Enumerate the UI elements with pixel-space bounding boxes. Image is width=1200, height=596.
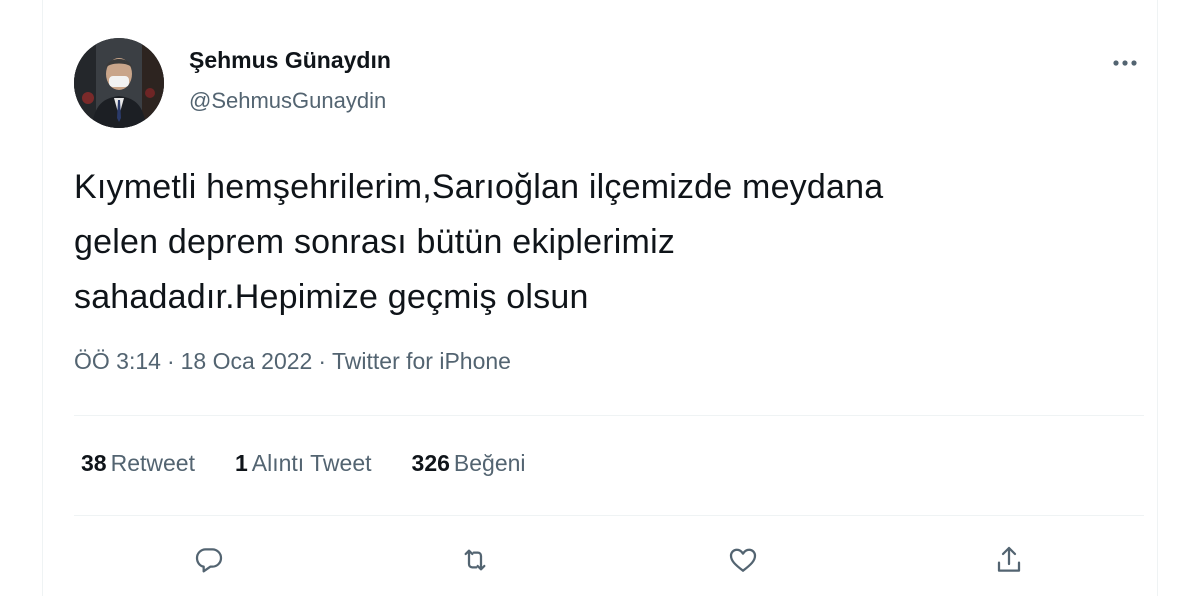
- tweet-date[interactable]: 18 Oca 2022: [181, 348, 313, 374]
- retweet-count-link[interactable]: 38 Retweet: [81, 450, 195, 477]
- quote-label: Alıntı Tweet: [251, 450, 372, 476]
- author-name[interactable]: Şehmus Günaydın: [189, 47, 391, 74]
- tweet-stats: 38 Retweet 1 Alıntı Tweet 326 Beğeni: [81, 450, 526, 477]
- meta-separator: ·: [318, 348, 326, 374]
- share-button[interactable]: [985, 536, 1033, 584]
- reply-button[interactable]: [185, 536, 233, 584]
- more-horizontal-icon: [1113, 60, 1137, 66]
- divider: [74, 415, 1144, 416]
- author-handle[interactable]: @SehmusGunaydin: [189, 88, 386, 114]
- quote-count: 1: [234, 450, 248, 476]
- profile-photo: [74, 38, 164, 128]
- more-options-button[interactable]: [1105, 46, 1145, 80]
- retweet-icon: [464, 549, 486, 571]
- tweet-time[interactable]: ÖÖ 3:14: [74, 348, 161, 374]
- tweet-meta: ÖÖ 3:14 · 18 Oca 2022 · Twitter for iPhone: [74, 348, 511, 375]
- avatar[interactable]: [74, 38, 164, 128]
- tweet-source[interactable]: Twitter for iPhone: [332, 348, 511, 374]
- retweet-label: Retweet: [110, 450, 195, 476]
- action-bar: [43, 536, 1159, 586]
- heart-icon: [729, 548, 757, 572]
- share-icon: [997, 546, 1021, 572]
- divider: [74, 515, 1144, 516]
- like-button[interactable]: [719, 536, 767, 584]
- tweet-text: Kıymetli hemşehrilerim,Sarıoğlan ilçemiz…: [74, 168, 884, 316]
- quote-count-link[interactable]: 1 Alıntı Tweet: [235, 450, 372, 477]
- reply-icon: [195, 548, 223, 573]
- retweet-button[interactable]: [451, 536, 499, 584]
- tweet-card: Şehmus Günaydın @SehmusGunaydin Kıymetli…: [42, 0, 1158, 596]
- like-count: 326: [411, 450, 450, 476]
- like-label: Beğeni: [453, 450, 526, 476]
- meta-separator: ·: [166, 348, 175, 374]
- retweet-count: 38: [81, 450, 107, 476]
- like-count-link[interactable]: 326 Beğeni: [412, 450, 526, 477]
